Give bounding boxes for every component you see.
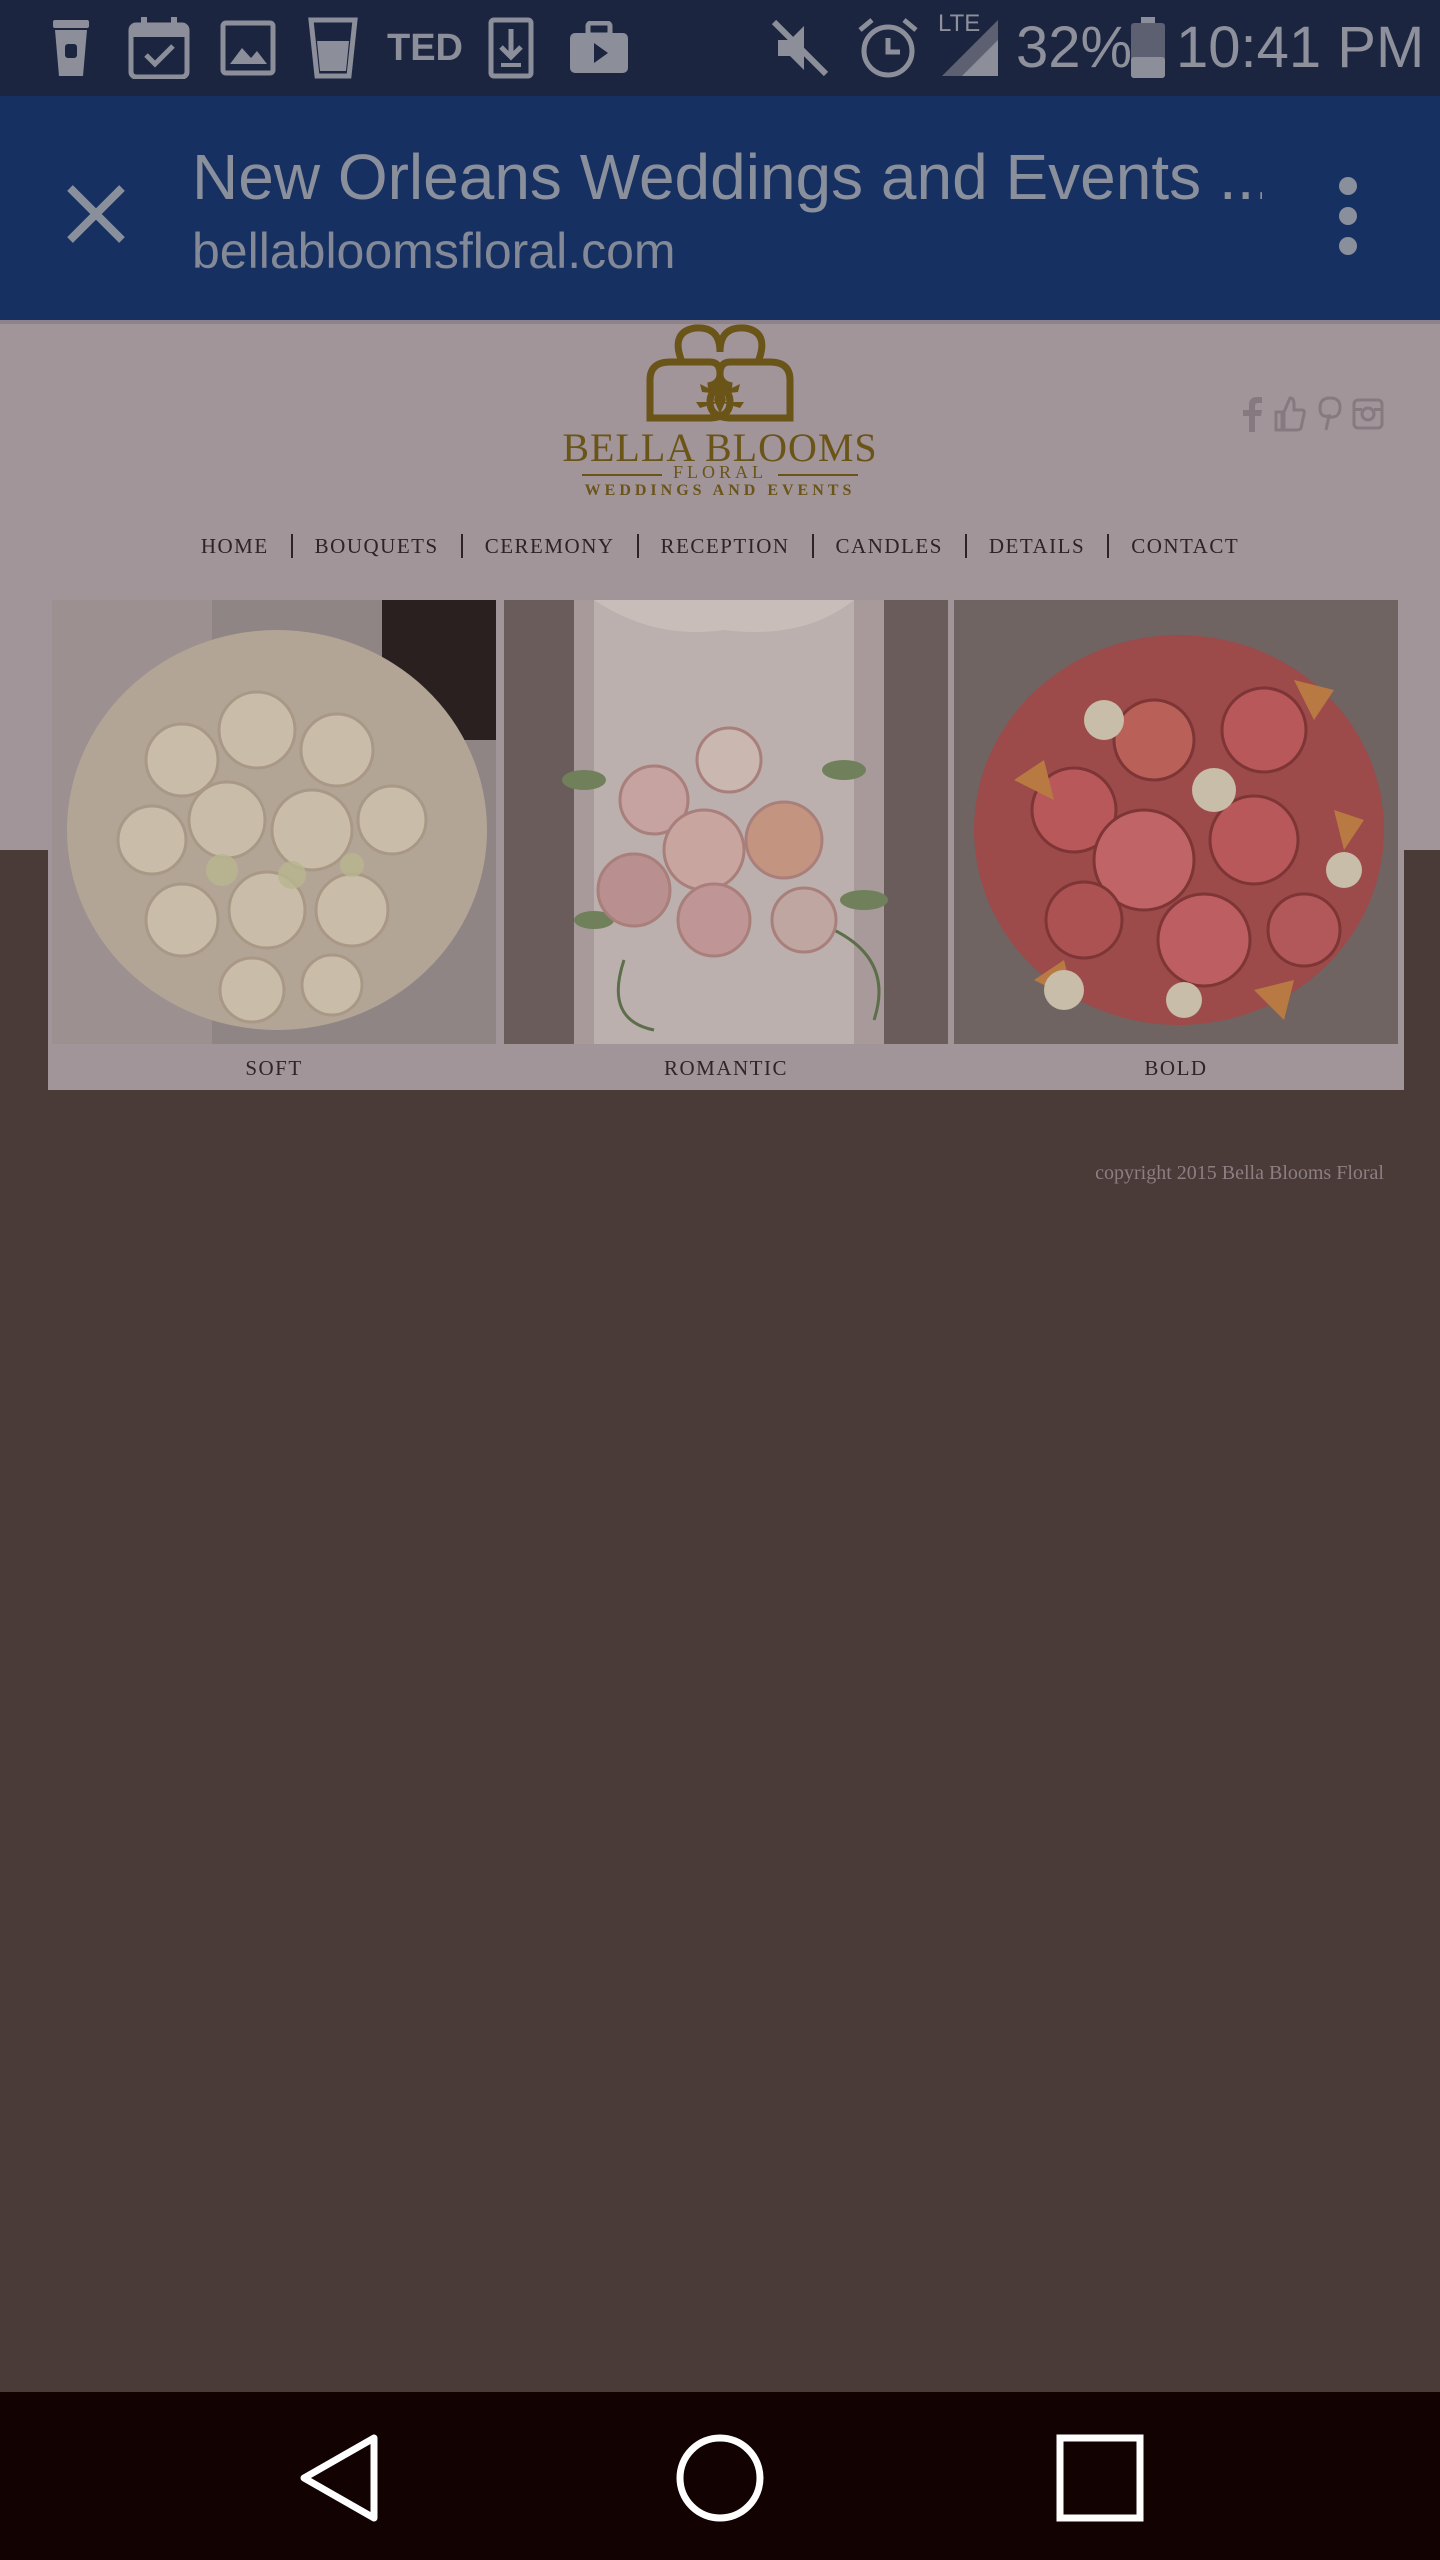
site-nav: HOME BOUQUETS CEREMONY RECEPTION CANDLES… [0,528,1440,564]
nav-bouquets[interactable]: BOUQUETS [293,534,461,559]
briefcase-icon [568,18,630,78]
nav-candles[interactable]: CANDLES [814,534,965,559]
social-links [1240,396,1384,436]
battery-percent: 32% [1016,15,1133,80]
network-type: LTE [938,10,981,37]
gallery-label-romantic[interactable]: ROMANTIC [504,1056,948,1081]
nav-ceremony[interactable]: CEREMONY [463,534,637,559]
instagram-icon[interactable] [1352,396,1384,436]
nav-contact[interactable]: CONTACT [1109,534,1261,559]
mute-icon [770,18,830,78]
copyright-text: copyright 2015 Bella Blooms Floral [1095,1162,1384,1184]
close-icon[interactable] [56,174,136,254]
download-icon [488,17,534,79]
custom-tab-toolbar: New Orleans Weddings and Events ... bell… [0,96,1440,320]
glass-icon [308,17,358,79]
gallery-image-soft[interactable] [52,600,496,1044]
brand-subtitle: FLORAL [672,462,767,482]
gallery-image-bold[interactable] [954,600,1398,1044]
back-icon[interactable] [290,2428,390,2528]
brand-tagline: WEDDINGS AND EVENTS [584,482,856,499]
gallery-icon [220,18,276,78]
pinterest-icon[interactable] [1316,396,1342,436]
status-bar: TED LTE 32% 10:41 PM [0,0,1440,96]
gallery-label-soft[interactable]: SOFT [52,1056,496,1081]
overflow-menu-icon[interactable] [1320,172,1376,260]
nav-details[interactable]: DETAILS [967,534,1107,559]
page-title: New Orleans Weddings and Events ... [192,141,1262,213]
home-icon[interactable] [670,2428,770,2528]
gallery-label-bold[interactable]: BOLD [954,1056,1398,1081]
gallery-image-romantic[interactable] [504,600,948,1044]
facebook-icon[interactable] [1240,396,1264,436]
calendar-check-icon [128,17,190,79]
alarm-icon [856,18,920,78]
page-url[interactable]: bellabloomsfloral.com [192,220,676,282]
nav-reception[interactable]: RECEPTION [639,534,812,559]
clock: 10:41 PM [1176,15,1425,80]
battery-icon [1130,17,1166,78]
system-nav-bar [0,2392,1440,2560]
ted-icon: TED [387,26,463,69]
coffee-cup-icon [48,18,94,78]
recents-icon[interactable] [1050,2428,1150,2528]
nav-home[interactable]: HOME [179,534,291,559]
thumbs-up-icon[interactable] [1274,396,1306,436]
